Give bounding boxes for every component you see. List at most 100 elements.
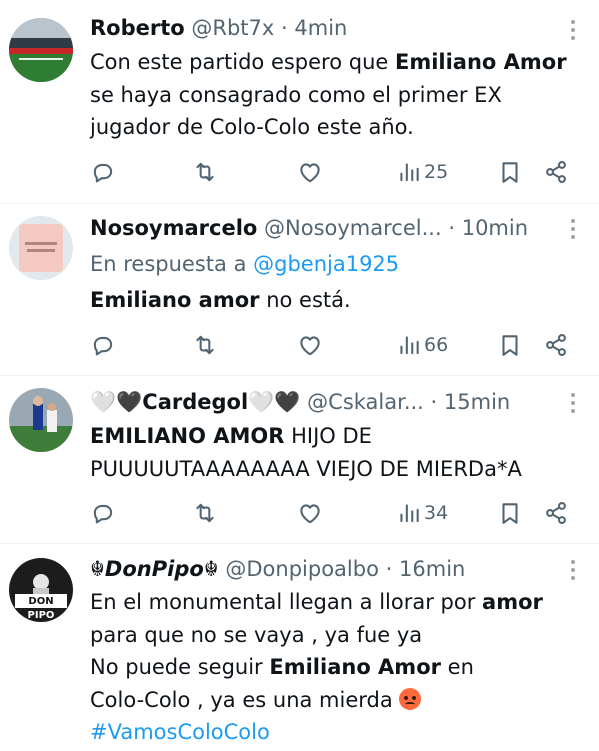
action-bar: 25	[0, 157, 599, 187]
like-button[interactable]	[297, 498, 323, 528]
highlighted-text: amor	[482, 590, 543, 614]
separator-dot: ·	[385, 557, 393, 581]
like-icon	[297, 500, 323, 526]
timestamp[interactable]: 15min	[444, 390, 510, 414]
action-bar: 34	[0, 498, 599, 528]
retweet-icon	[192, 159, 218, 185]
bookmark-button[interactable]	[497, 498, 523, 528]
retweet-icon	[192, 332, 218, 358]
tweet-header: ☬DonPipo☬ @Donpipoalbo · 16min	[90, 554, 549, 584]
timestamp[interactable]: 4min	[294, 16, 347, 40]
share-button[interactable]	[543, 498, 569, 528]
retweet-button[interactable]	[192, 157, 218, 187]
text-segment: para que no se vaya , ya fue ya	[90, 622, 423, 647]
share-icon	[543, 500, 569, 526]
reply-button[interactable]	[90, 157, 116, 187]
views-button[interactable]: 34	[396, 498, 448, 528]
text-segment: en	[440, 655, 474, 679]
tweet-text: En el monumental llegan a llorar por amo…	[90, 586, 585, 749]
bookmark-icon	[497, 332, 523, 358]
tweet-text: Emiliano amor no está.	[90, 284, 585, 317]
timestamp[interactable]: 10min	[462, 216, 528, 240]
text-line: #VamosColoColo	[90, 716, 585, 749]
display-name[interactable]: 🤍🖤Cardegol🤍🖤	[90, 390, 300, 414]
display-name[interactable]: Roberto	[90, 16, 185, 40]
tweet-text: EMILIANO AMOR HIJO DE PUUUUUTAAAAAAAA VI…	[90, 420, 585, 485]
views-count: 66	[424, 334, 449, 356]
highlighted-text: Emiliano Amor	[394, 50, 567, 74]
text-segment: En el monumental llegan a llorar por	[90, 590, 483, 614]
tweet[interactable]: Roberto @Rbt7x · 4min Con este partido e…	[0, 0, 599, 204]
views-count: 25	[424, 161, 449, 183]
bookmark-button[interactable]	[497, 157, 523, 187]
text-line: No puede seguir Emiliano Amor en	[90, 651, 585, 684]
tweet-header: 🤍🖤Cardegol🤍🖤 @Cskalar... · 15min	[90, 387, 549, 417]
tweet[interactable]: Nosoymarcelo @Nosoymarcel... · 10min En …	[0, 204, 599, 376]
share-button[interactable]	[543, 157, 569, 187]
more-icon[interactable]	[569, 560, 577, 586]
text-segment: Con este partido espero que	[90, 50, 395, 74]
reply-button[interactable]	[90, 330, 116, 360]
like-icon	[297, 332, 323, 358]
reply-icon	[90, 332, 116, 358]
display-name[interactable]: ☬DonPipo☬	[90, 557, 219, 581]
views-button[interactable]: 66	[396, 330, 448, 360]
reply-icon	[90, 159, 116, 185]
avatar-monogram-top: DON	[28, 596, 53, 607]
angry-face-icon	[399, 687, 422, 710]
tweet[interactable]: DON PIPO ☬DonPipo☬ @Donpipoalbo · 16min …	[0, 544, 599, 751]
display-name[interactable]: Nosoymarcelo	[90, 216, 257, 240]
user-handle[interactable]: @Donpipoalbo	[225, 557, 379, 581]
separator-dot: ·	[430, 390, 438, 414]
bookmark-button[interactable]	[497, 330, 523, 360]
bookmark-icon	[497, 159, 523, 185]
user-handle[interactable]: @Nosoymarcel...	[264, 216, 442, 240]
views-icon	[396, 159, 422, 185]
text-line: Colo-Colo , ya es una mierda	[90, 684, 585, 717]
reply-prefix: En respuesta a	[90, 252, 254, 276]
reply-context: En respuesta a @gbenja1925	[90, 249, 399, 279]
more-icon[interactable]	[569, 20, 577, 46]
action-bar: 66	[0, 330, 599, 360]
like-icon	[297, 159, 323, 185]
text-line: para que no se vaya , ya fue ya	[90, 619, 585, 652]
text-segment: se haya consagrado como el primer EX jug…	[90, 82, 502, 140]
views-button[interactable]: 25	[396, 157, 448, 187]
user-handle[interactable]: @Cskalar...	[307, 390, 424, 414]
retweet-icon	[192, 500, 218, 526]
reply-icon	[90, 500, 116, 526]
share-button[interactable]	[543, 330, 569, 360]
share-icon	[543, 332, 569, 358]
timestamp[interactable]: 16min	[399, 557, 465, 581]
more-icon[interactable]	[569, 219, 577, 245]
retweet-button[interactable]	[192, 498, 218, 528]
like-button[interactable]	[297, 330, 323, 360]
tweet[interactable]: 🤍🖤Cardegol🤍🖤 @Cskalar... · 15min EMILIAN…	[0, 376, 599, 544]
more-icon[interactable]	[569, 393, 577, 419]
highlighted-text: EMILIANO AMOR	[90, 424, 285, 448]
avatar-monogram-bottom: PIPO	[28, 610, 55, 621]
retweet-button[interactable]	[192, 330, 218, 360]
avatar[interactable]	[9, 216, 73, 280]
like-button[interactable]	[297, 157, 323, 187]
share-icon	[543, 159, 569, 185]
highlighted-text: Emiliano amor	[90, 288, 260, 312]
avatar[interactable]: DON PIPO	[9, 558, 73, 622]
text-line: En el monumental llegan a llorar por amo…	[90, 586, 585, 619]
hashtag-link[interactable]: #VamosColoColo	[90, 720, 270, 744]
reply-button[interactable]	[90, 498, 116, 528]
views-icon	[396, 332, 422, 358]
separator-dot: ·	[281, 16, 288, 40]
avatar[interactable]	[9, 18, 73, 82]
tweet-header: Roberto @Rbt7x · 4min	[90, 13, 549, 43]
text-segment: Colo-Colo , ya es una mierda	[90, 687, 400, 712]
text-segment: No puede seguir	[90, 655, 270, 679]
reply-mention[interactable]: @gbenja1925	[253, 252, 399, 276]
user-handle[interactable]: @Rbt7x	[191, 16, 274, 40]
tweet-text: Con este partido espero que Emiliano Amo…	[90, 46, 585, 144]
separator-dot: ·	[448, 216, 456, 240]
avatar[interactable]	[9, 388, 73, 452]
views-count: 34	[424, 502, 449, 524]
highlighted-text: Emiliano Amor	[269, 655, 441, 679]
views-icon	[396, 500, 422, 526]
